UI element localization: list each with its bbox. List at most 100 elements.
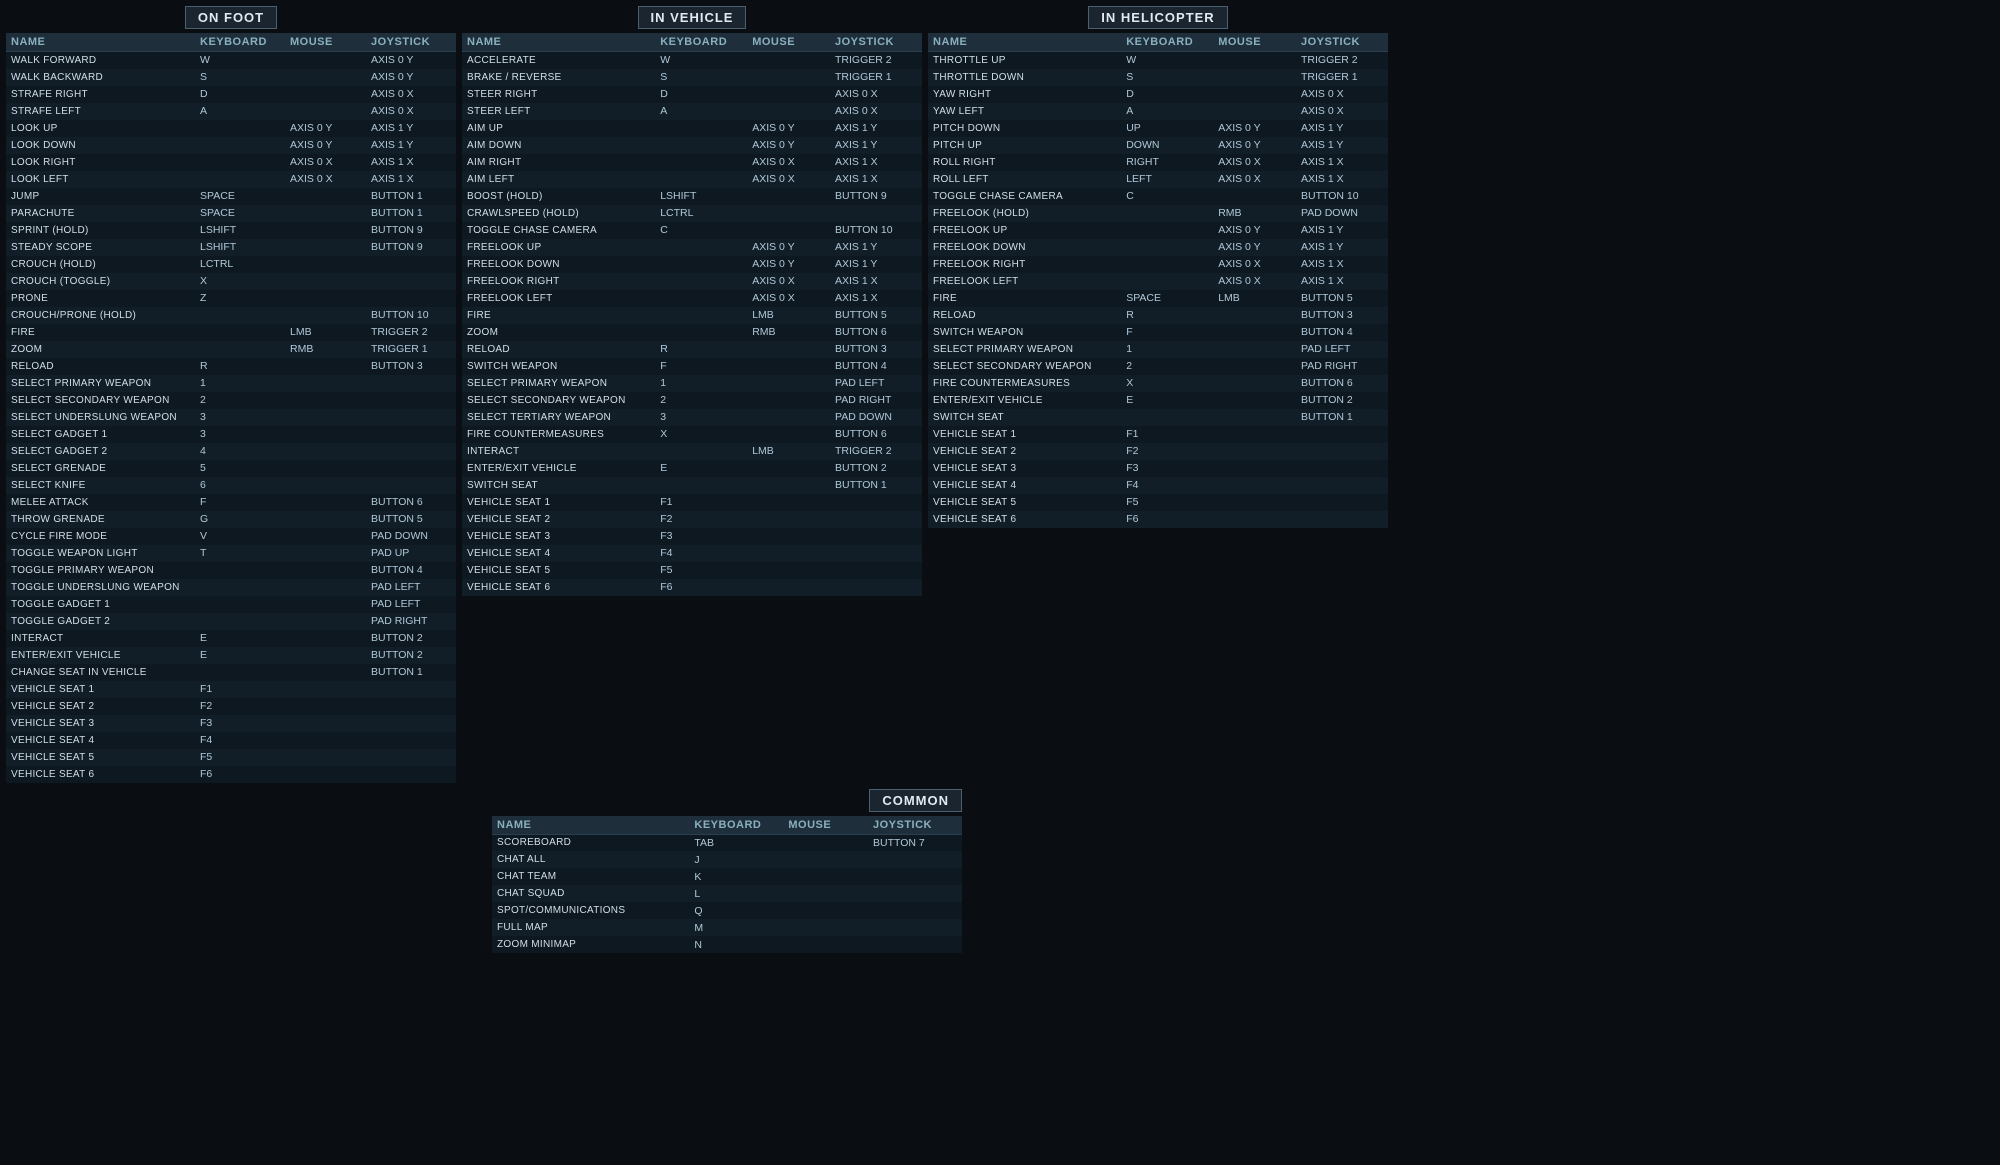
table-row: FIRELMBTRIGGER 2 — [6, 324, 456, 341]
table-cell: STEER LEFT — [462, 103, 655, 120]
table-cell — [747, 528, 830, 545]
table-cell: BUTTON 3 — [830, 341, 922, 358]
table-row: SELECT KNIFE6 — [6, 477, 456, 494]
table-cell: WALK FORWARD — [6, 52, 195, 69]
table-row: FIRE COUNTERMEASURESXBUTTON 6 — [928, 375, 1388, 392]
table-cell: LCTRL — [195, 256, 285, 273]
table-cell: L — [689, 885, 783, 902]
panel-common: COMMON NAME KEYBOARD MOUSE JOYSTICK SCOR… — [492, 789, 962, 954]
table-cell: AXIS 1 X — [366, 154, 456, 171]
table-cell: AXIS 1 X — [1296, 256, 1388, 273]
on-foot-body: WALK FORWARDWAXIS 0 YWALK BACKWARDSAXIS … — [6, 52, 456, 783]
table-cell: AXIS 1 Y — [830, 239, 922, 256]
table-cell: BUTTON 1 — [366, 188, 456, 205]
table-cell: F3 — [1121, 460, 1213, 477]
table-cell — [1121, 222, 1213, 239]
table-cell: FULL MAP — [492, 919, 689, 936]
table-cell — [747, 52, 830, 69]
table-cell: CHANGE SEAT IN VEHICLE — [6, 664, 195, 681]
table-cell: ENTER/EXIT VEHICLE — [928, 392, 1121, 409]
table-cell: BUTTON 10 — [1296, 188, 1388, 205]
table-cell: PAD LEFT — [366, 596, 456, 613]
table-cell: VEHICLE SEAT 2 — [462, 511, 655, 528]
table-cell: BUTTON 9 — [366, 239, 456, 256]
table-cell — [655, 256, 747, 273]
table-cell: SELECT SECONDARY WEAPON — [462, 392, 655, 409]
table-cell: T — [195, 545, 285, 562]
on-foot-col-keyboard: KEYBOARD — [195, 33, 285, 52]
table-cell — [1213, 307, 1296, 324]
table-cell: FREELOOK RIGHT — [928, 256, 1121, 273]
table-cell: R — [195, 358, 285, 375]
table-cell: PITCH DOWN — [928, 120, 1121, 137]
table-cell: W — [1121, 52, 1213, 69]
table-cell: PAD RIGHT — [1296, 358, 1388, 375]
table-cell — [1296, 477, 1388, 494]
table-cell: SELECT KNIFE — [6, 477, 195, 494]
table-cell: SELECT GADGET 1 — [6, 426, 195, 443]
table-cell: AXIS 0 Y — [747, 239, 830, 256]
table-cell: F — [195, 494, 285, 511]
table-row: ZOOMRMBTRIGGER 1 — [6, 341, 456, 358]
table-cell — [195, 341, 285, 358]
table-cell — [195, 154, 285, 171]
table-row: LOOK DOWNAXIS 0 YAXIS 1 Y — [6, 137, 456, 154]
table-cell — [195, 307, 285, 324]
table-cell — [1121, 239, 1213, 256]
table-cell: BUTTON 10 — [366, 307, 456, 324]
table-row: SELECT SECONDARY WEAPON2PAD RIGHT — [462, 392, 922, 409]
table-cell — [366, 290, 456, 307]
table-row: VEHICLE SEAT 1F1 — [928, 426, 1388, 443]
table-cell: AXIS 0 X — [1213, 273, 1296, 290]
table-cell — [366, 766, 456, 783]
table-cell — [655, 171, 747, 188]
table-cell — [747, 222, 830, 239]
table-cell: F2 — [1121, 443, 1213, 460]
table-cell — [366, 443, 456, 460]
table-cell — [1213, 460, 1296, 477]
table-cell: TRIGGER 1 — [1296, 69, 1388, 86]
table-cell — [285, 664, 366, 681]
table-cell — [285, 545, 366, 562]
table-cell: E — [195, 647, 285, 664]
panel-helicopter: IN HELICOPTER NAME KEYBOARD MOUSE JOYSTI… — [928, 6, 1388, 528]
table-cell: PAD RIGHT — [830, 392, 922, 409]
table-cell: MELEE ATTACK — [6, 494, 195, 511]
table-cell: BOOST (HOLD) — [462, 188, 655, 205]
table-cell: PAD LEFT — [366, 579, 456, 596]
table-cell: 3 — [195, 409, 285, 426]
table-cell: 3 — [655, 409, 747, 426]
table-cell: 3 — [195, 426, 285, 443]
table-cell: AXIS 0 X — [747, 273, 830, 290]
table-cell: VEHICLE SEAT 4 — [462, 545, 655, 562]
table-cell — [783, 936, 868, 953]
table-row: ENTER/EXIT VEHICLEEBUTTON 2 — [928, 392, 1388, 409]
table-row: FREELOOK RIGHTAXIS 0 XAXIS 1 X — [462, 273, 922, 290]
table-cell: AXIS 1 Y — [366, 120, 456, 137]
table-cell: R — [655, 341, 747, 358]
table-cell: S — [1121, 69, 1213, 86]
table-cell: BRAKE / REVERSE — [462, 69, 655, 86]
table-cell: A — [655, 103, 747, 120]
table-row: FREELOOK RIGHTAXIS 0 XAXIS 1 X — [928, 256, 1388, 273]
table-row: TOGGLE WEAPON LIGHTTPAD UP — [6, 545, 456, 562]
table-row: FIRESPACELMBBUTTON 5 — [928, 290, 1388, 307]
table-cell: VEHICLE SEAT 1 — [6, 681, 195, 698]
table-cell: FREELOOK UP — [928, 222, 1121, 239]
table-cell — [1213, 511, 1296, 528]
table-cell: M — [689, 919, 783, 936]
table-cell: BUTTON 3 — [366, 358, 456, 375]
table-cell: SELECT SECONDARY WEAPON — [6, 392, 195, 409]
table-cell — [285, 630, 366, 647]
table-cell: F4 — [195, 732, 285, 749]
table-cell — [747, 460, 830, 477]
table-cell — [366, 460, 456, 477]
table-cell: BUTTON 5 — [366, 511, 456, 528]
table-cell: F6 — [195, 766, 285, 783]
table-cell — [1213, 324, 1296, 341]
table-row: BRAKE / REVERSESTRIGGER 1 — [462, 69, 922, 86]
table-cell — [285, 443, 366, 460]
table-cell: G — [195, 511, 285, 528]
table-row: THROW GRENADEGBUTTON 5 — [6, 511, 456, 528]
table-cell: 5 — [195, 460, 285, 477]
